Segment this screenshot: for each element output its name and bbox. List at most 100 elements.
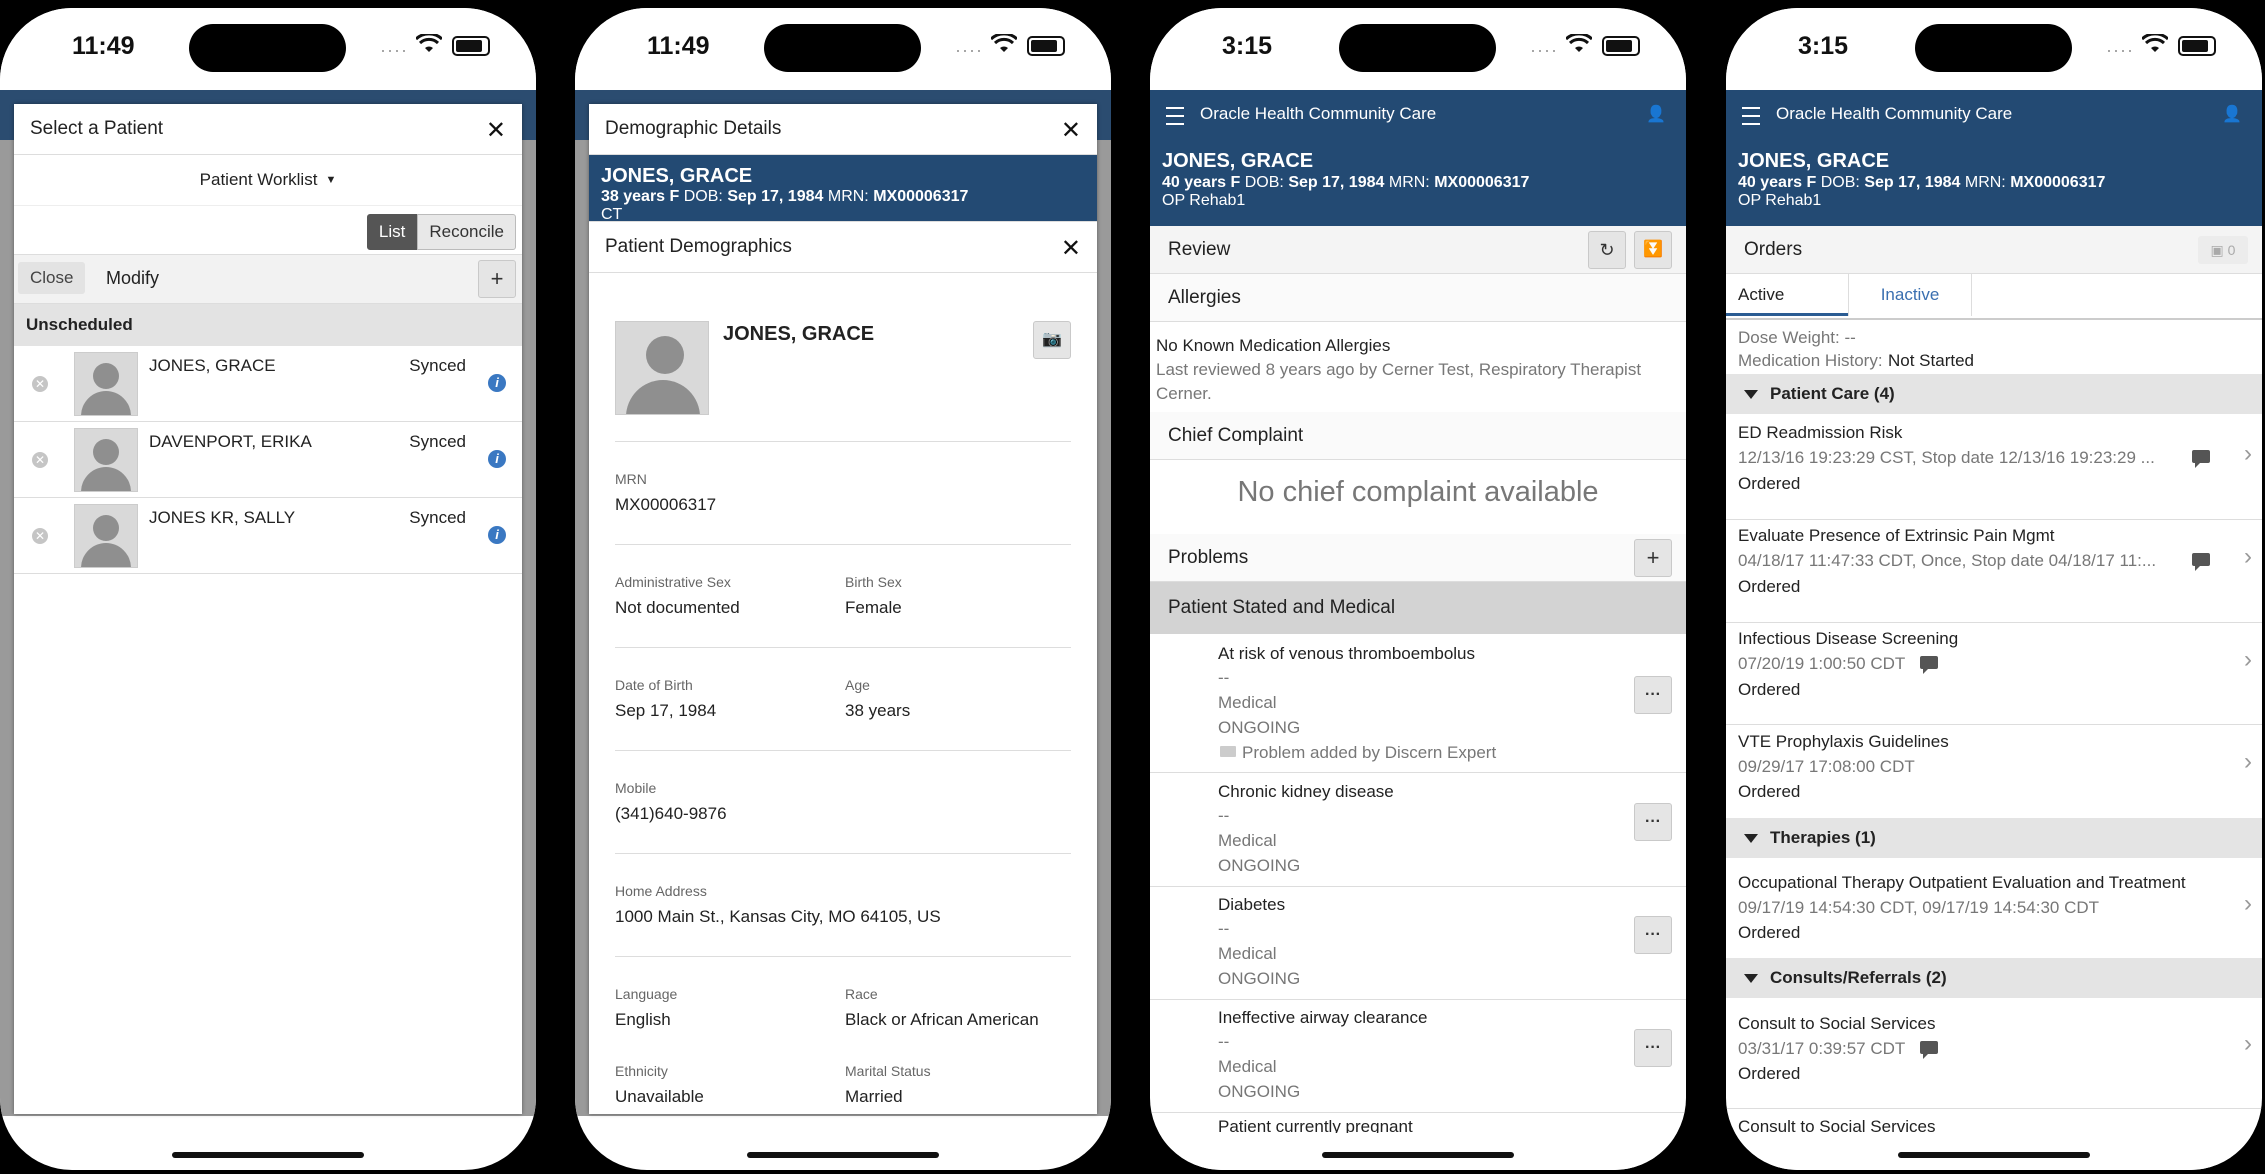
group-therapies[interactable]: Therapies (1) bbox=[1726, 818, 2262, 858]
problem-status: ONGOING bbox=[1218, 718, 1301, 737]
more-options-icon[interactable]: ··· bbox=[1634, 676, 1672, 714]
collapse-caret-icon bbox=[1744, 973, 1758, 983]
phone-orders: 3:15 ···· Oracle Health Community Care 👤… bbox=[1726, 8, 2262, 1170]
patient-search-icon[interactable]: 👤 bbox=[1646, 104, 1666, 124]
info-icon[interactable]: i bbox=[488, 526, 506, 544]
worklist-selector[interactable]: Patient Worklist ▼ bbox=[14, 155, 522, 206]
clock: 3:15 bbox=[1222, 32, 1273, 60]
remove-icon[interactable]: ✕ bbox=[32, 376, 48, 392]
dob-field: Date of Birth Sep 17, 1984 bbox=[615, 677, 716, 721]
patient-search-icon[interactable]: 👤 bbox=[2222, 104, 2242, 124]
problem-detail: -- bbox=[1218, 806, 1230, 825]
patient-row[interactable]: ✕ JONES KR, SALLY Synced i bbox=[14, 498, 522, 574]
home-indicator[interactable] bbox=[1322, 1152, 1514, 1158]
patient-info-line: 40 years F DOB: Sep 17, 1984 MRN: MX0000… bbox=[1738, 174, 2105, 192]
problem-type: Medical bbox=[1218, 1057, 1277, 1076]
collapse-caret-icon bbox=[1744, 833, 1758, 843]
order-detail: 07/20/19 1:00:50 CDT bbox=[1738, 654, 1906, 673]
more-options-icon[interactable]: ··· bbox=[1634, 916, 1672, 954]
home-indicator[interactable] bbox=[1898, 1152, 2090, 1158]
field-label: Administrative Sex bbox=[615, 574, 731, 590]
group-consults[interactable]: Consults/Referrals (2) bbox=[1726, 958, 2262, 998]
race-field: Race Black or African American bbox=[845, 986, 1039, 1030]
mobile-field: Mobile (341)640-9876 bbox=[615, 780, 727, 824]
signal-dots-icon: ···· bbox=[1530, 40, 1558, 60]
refresh-icon[interactable]: ↻ bbox=[1588, 231, 1626, 269]
field-value: 38 years bbox=[845, 701, 911, 720]
patient-name: JONES, GRACE bbox=[149, 356, 276, 375]
add-icon[interactable]: + bbox=[478, 260, 516, 298]
field-label: Mobile bbox=[615, 780, 657, 796]
chevron-right-icon: › bbox=[2244, 890, 2252, 917]
menu-icon[interactable] bbox=[1166, 107, 1184, 125]
remove-icon[interactable]: ✕ bbox=[32, 452, 48, 468]
phone-demographics: 11:49 ···· Demographic Details ✕ JONES, … bbox=[575, 8, 1111, 1170]
app-navbar: Oracle Health Community Care 👤 bbox=[1726, 90, 2262, 140]
clock: 11:49 bbox=[72, 32, 135, 60]
order-name: ED Readmission Risk bbox=[1738, 423, 1903, 442]
med-history-label: Medication History: bbox=[1738, 351, 1883, 370]
modify-button[interactable]: Modify bbox=[106, 268, 159, 289]
field-value: MX00006317 bbox=[615, 495, 717, 514]
orders-tabs: Active Inactive bbox=[1726, 274, 2262, 320]
order-cart-icon[interactable]: ▣ 0 bbox=[2198, 236, 2248, 264]
problem-type: Medical bbox=[1218, 831, 1277, 850]
wifi-icon bbox=[2142, 34, 2168, 52]
patient-row[interactable]: ✕ DAVENPORT, ERIKA Synced i bbox=[14, 422, 522, 498]
more-options-icon[interactable]: ··· bbox=[1634, 803, 1672, 841]
more-options-icon[interactable]: ··· bbox=[1634, 1029, 1672, 1067]
collapse-all-icon[interactable]: ⏬ bbox=[1634, 231, 1672, 269]
tab-active[interactable]: Active bbox=[1726, 274, 1848, 316]
caret-down-icon: ▼ bbox=[325, 174, 337, 186]
patient-banner: JONES, GRACE 40 years F DOB: Sep 17, 198… bbox=[1150, 140, 1686, 226]
chief-complaint-header[interactable]: Chief Complaint bbox=[1150, 412, 1686, 460]
location: OP Rehab1 bbox=[1738, 192, 1822, 209]
group-title: Therapies (1) bbox=[1770, 828, 1876, 847]
remove-icon[interactable]: ✕ bbox=[32, 528, 48, 544]
tab-list[interactable]: List bbox=[366, 214, 418, 250]
mrn-label: MRN: bbox=[1388, 174, 1430, 191]
tab-inactive[interactable]: Inactive bbox=[1848, 274, 1972, 316]
phone-select-patient: 11:49 ···· Select a Patient ✕ Patient Wo… bbox=[0, 8, 536, 1170]
field-value: Black or African American bbox=[845, 1010, 1039, 1029]
tab-reconcile[interactable]: Reconcile bbox=[417, 214, 516, 250]
problem-name: Patient currently pregnant bbox=[1218, 1117, 1413, 1133]
field-value[interactable]: (341)640-9876 bbox=[615, 804, 727, 824]
mrn: MX00006317 bbox=[2010, 174, 2106, 191]
field-label: MRN bbox=[615, 471, 647, 487]
battery-icon bbox=[1602, 36, 1640, 56]
field-label: Marital Status bbox=[845, 1063, 931, 1079]
home-indicator[interactable] bbox=[172, 1152, 364, 1158]
dynamic-island bbox=[189, 24, 346, 72]
allergies-header[interactable]: Allergies bbox=[1150, 274, 1686, 322]
sex: F bbox=[669, 188, 680, 205]
info-icon[interactable]: i bbox=[488, 374, 506, 392]
home-indicator[interactable] bbox=[747, 1152, 939, 1158]
close-icon[interactable]: ✕ bbox=[1061, 234, 1081, 263]
group-patient-care[interactable]: Patient Care (4) bbox=[1726, 374, 2262, 414]
problem-group-header[interactable]: Patient Stated and Medical bbox=[1150, 582, 1686, 634]
order-item[interactable]: Consult to Social Services bbox=[1726, 1113, 2262, 1133]
info-icon[interactable]: i bbox=[488, 450, 506, 468]
problem-item[interactable]: Patient currently pregnant bbox=[1150, 1113, 1686, 1133]
close-icon[interactable]: ✕ bbox=[1061, 116, 1081, 145]
modal-title: Demographic Details bbox=[605, 118, 782, 139]
subsection-title: Patient Demographics bbox=[605, 236, 792, 257]
mrn: MX00006317 bbox=[873, 188, 969, 205]
chevron-right-icon: › bbox=[2244, 543, 2252, 570]
field-value: Sep 17, 1984 bbox=[615, 701, 717, 720]
close-icon[interactable]: ✕ bbox=[486, 116, 506, 145]
mrn: MX00006317 bbox=[1434, 174, 1530, 191]
menu-icon[interactable] bbox=[1742, 107, 1760, 125]
admin-sex-field: Administrative Sex Not documented bbox=[615, 574, 740, 618]
problem-detail: -- bbox=[1218, 1032, 1230, 1051]
problem-type: Medical bbox=[1218, 944, 1277, 963]
close-button[interactable]: Close bbox=[18, 262, 86, 294]
marital-field: Marital Status Married bbox=[845, 1063, 931, 1107]
add-problem-icon[interactable]: + bbox=[1634, 539, 1672, 577]
review-title: Review bbox=[1168, 238, 1231, 260]
camera-icon[interactable]: 📷 bbox=[1033, 321, 1071, 359]
patient-row[interactable]: ✕ JONES, GRACE Synced i bbox=[14, 346, 522, 422]
field-label: Race bbox=[845, 986, 878, 1002]
order-detail: 09/17/19 14:54:30 CDT, 09/17/19 14:54:30… bbox=[1738, 898, 2100, 917]
